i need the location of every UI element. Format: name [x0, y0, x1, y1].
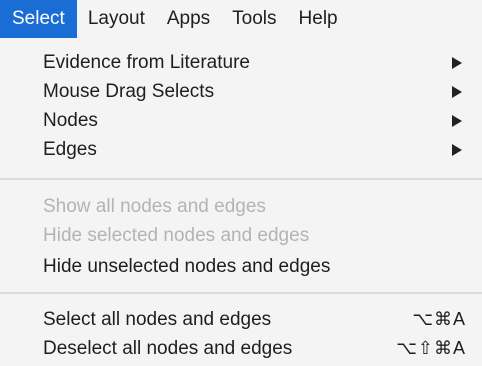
menu-item-deselect-all-nodes-and-edges[interactable]: Deselect all nodes and edges ⌥⇧⌘A: [0, 334, 482, 363]
menu-item-label: Mouse Drag Selects: [43, 80, 215, 102]
menu-item-label: Deselect all nodes and edges: [43, 337, 293, 359]
menu-item-label: Hide selected nodes and edges: [43, 224, 310, 246]
menu-item-hide-selected-nodes-and-edges: Hide selected nodes and edges: [0, 221, 482, 250]
menu-item-label: Nodes: [43, 109, 98, 131]
keyboard-shortcut: ⌥⌘A: [412, 309, 466, 329]
menubar-select[interactable]: Select: [0, 0, 77, 38]
menubar-apps[interactable]: Apps: [156, 0, 221, 38]
submenu-arrow-icon: [452, 143, 462, 156]
menu-item-hide-unselected-nodes-and-edges[interactable]: Hide unselected nodes and edges: [0, 252, 482, 281]
menubar-help[interactable]: Help: [288, 0, 349, 38]
menu-item-evidence-from-literature[interactable]: Evidence from Literature: [0, 48, 482, 77]
menu-item-mouse-drag-selects[interactable]: Mouse Drag Selects: [0, 77, 482, 106]
menu-item-show-all-nodes-and-edges: Show all nodes and edges: [0, 192, 482, 221]
menu-separator: [0, 292, 482, 294]
menu-bar: Select Layout Apps Tools Help: [0, 0, 482, 38]
select-menu-dropdown: Evidence from Literature Mouse Drag Sele…: [0, 38, 482, 366]
menu-item-label: Hide unselected nodes and edges: [43, 255, 331, 277]
menu-separator: [0, 178, 482, 180]
menu-item-label: Select all nodes and edges: [43, 308, 272, 330]
menubar-layout[interactable]: Layout: [77, 0, 156, 38]
menu-item-select-all-nodes-and-edges[interactable]: Select all nodes and edges ⌥⌘A: [0, 305, 482, 334]
submenu-arrow-icon: [452, 85, 462, 98]
menu-item-nodes[interactable]: Nodes: [0, 106, 482, 135]
submenu-arrow-icon: [452, 56, 462, 69]
submenu-arrow-icon: [452, 114, 462, 127]
menu-item-label: Edges: [43, 138, 97, 160]
menubar-tools[interactable]: Tools: [221, 0, 287, 38]
menu-item-edges[interactable]: Edges: [0, 135, 482, 164]
keyboard-shortcut: ⌥⇧⌘A: [396, 338, 466, 358]
menu-item-label: Show all nodes and edges: [43, 195, 266, 217]
menu-item-label: Evidence from Literature: [43, 51, 250, 73]
